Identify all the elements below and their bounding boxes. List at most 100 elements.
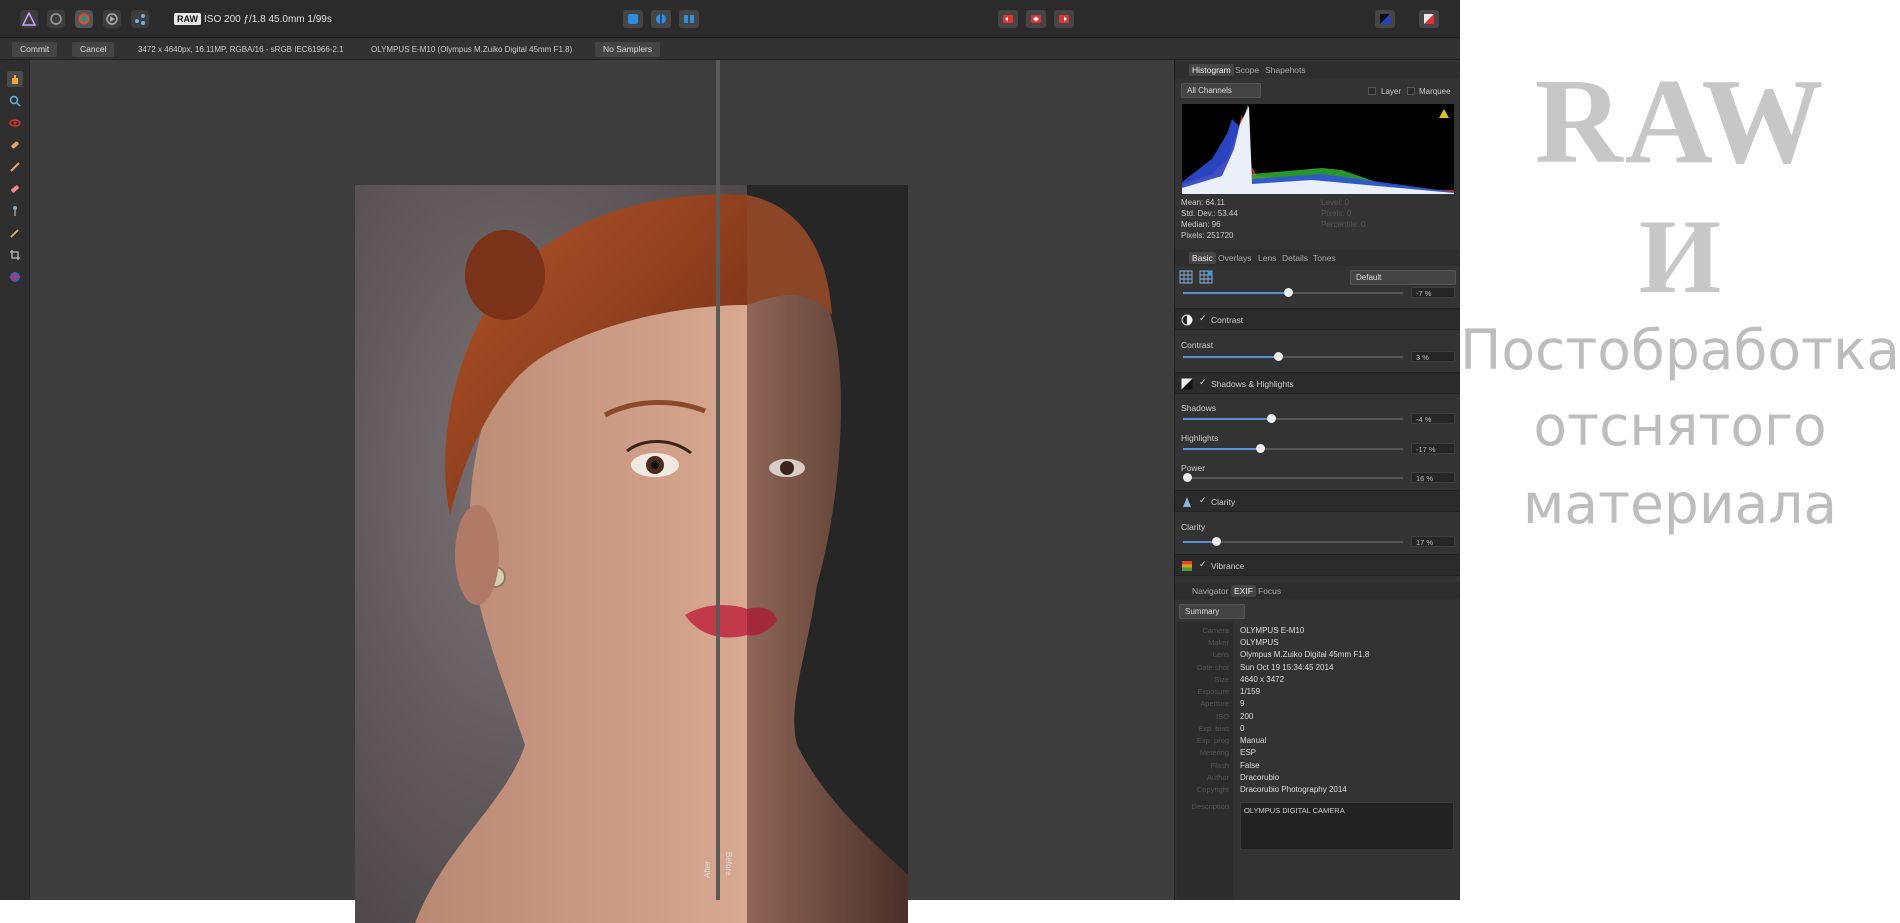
layer-label: Layer — [1381, 87, 1402, 96]
tab-navigator[interactable]: Navigator — [1189, 585, 1231, 597]
crop-tool-icon[interactable] — [7, 247, 23, 263]
contrast-section-header[interactable]: ✓ Contrast — [1175, 308, 1461, 330]
exif-key: Flash — [1210, 761, 1229, 770]
clarity-slider[interactable] — [1183, 537, 1403, 546]
tab-shapehots[interactable]: Shapehots — [1262, 64, 1309, 76]
exif-table: Camera Maker Lens Date shot Size Exposur… — [1175, 622, 1461, 900]
exif-view-select[interactable]: Summary — [1179, 604, 1245, 619]
exif-value: Dracorubio — [1240, 773, 1280, 782]
layer-checkbox[interactable] — [1368, 87, 1376, 95]
tab-scope[interactable]: Scope — [1232, 64, 1262, 76]
title-captured: отснятого — [1533, 394, 1827, 458]
clarity-slider-label: Clarity — [1181, 522, 1206, 532]
power-slider-label: Power — [1181, 463, 1206, 473]
clip-shadows-button[interactable] — [998, 10, 1018, 28]
export-persona-icon[interactable] — [131, 10, 149, 28]
marquee-label: Marquee — [1419, 87, 1451, 96]
portrait-photo[interactable] — [355, 185, 908, 923]
contrast-check-icon[interactable]: ✓ — [1199, 313, 1207, 324]
image-info: 3472 x 4640px, 16.11MP, RGBA/16 - sRGB I… — [138, 45, 344, 54]
description-field[interactable]: OLYMPUS DIGITAL CAMERA — [1240, 802, 1454, 850]
power-slider[interactable] — [1183, 473, 1403, 482]
exif-value: Sun Oct 19 15:34:45 2014 — [1240, 663, 1334, 672]
clarity-value[interactable]: 17 % — [1411, 536, 1455, 547]
highlights-value[interactable]: -17 % — [1411, 443, 1455, 454]
exif-value: Manual — [1240, 736, 1267, 745]
grid-icon[interactable] — [1179, 270, 1193, 284]
exif-key: ISO — [1216, 712, 1229, 721]
shadows-highlights-section-header[interactable]: ✓ Shadows & Highlights — [1175, 372, 1461, 394]
overlay-gradient-tool-icon[interactable] — [7, 203, 23, 219]
view-tool-icon[interactable] — [7, 71, 23, 87]
stat-mean: Mean: 64.11 — [1181, 198, 1225, 207]
exif-key: Lens — [1212, 650, 1229, 659]
zoom-tool-icon[interactable] — [7, 93, 23, 109]
swap-view-button[interactable] — [679, 10, 699, 28]
red-eye-tool-icon[interactable] — [7, 115, 23, 131]
exif-value: ESP — [1240, 748, 1257, 757]
tone-mapping-persona-icon[interactable] — [103, 10, 121, 28]
highlights-slider[interactable] — [1183, 444, 1403, 453]
clarity-icon — [1183, 497, 1191, 507]
preset-select[interactable]: Default — [1350, 270, 1456, 285]
shadows-highlights-section-title: Shadows & Highlights — [1211, 379, 1294, 389]
shadows-value[interactable]: -4 % — [1411, 413, 1455, 424]
exposure-value[interactable]: -7 % — [1411, 287, 1455, 298]
develop-persona-icon[interactable] — [75, 10, 93, 28]
exposure-slider[interactable] — [1183, 288, 1403, 297]
tab-tones[interactable]: Tones — [1310, 252, 1339, 264]
channel-select[interactable]: All Channels — [1181, 83, 1261, 98]
exif-key: Camera — [1202, 626, 1229, 635]
color-mode-button[interactable] — [1419, 10, 1439, 28]
exif-key: Exposure — [1197, 687, 1229, 696]
contrast-value[interactable]: 3 % — [1411, 351, 1455, 362]
tab-exif[interactable]: EXIF — [1231, 585, 1256, 597]
exif-key: Maker — [1208, 638, 1229, 647]
clip-midtones-button[interactable] — [1026, 10, 1046, 28]
exif-value: OLYMPUS E-M10 — [1240, 626, 1305, 635]
split-divider[interactable] — [716, 60, 720, 900]
white-balance-tool-icon[interactable] — [7, 225, 23, 241]
mirror-view-button[interactable] — [651, 10, 671, 28]
shadows-slider[interactable] — [1183, 414, 1403, 423]
document-canvas[interactable] — [30, 60, 1174, 923]
vibrance-section-title: Vibrance — [1211, 561, 1245, 571]
power-value[interactable]: 16 % — [1411, 472, 1455, 483]
photo-persona-icon[interactable] — [20, 10, 38, 28]
description-key: Description — [1191, 802, 1229, 811]
assistant-button[interactable] — [1375, 10, 1395, 28]
shadows-highlights-check-icon[interactable]: ✓ — [1199, 377, 1207, 388]
info-tabs: Navigator EXIF Focus — [1175, 583, 1461, 599]
commit-button[interactable]: Commit — [12, 42, 58, 57]
overlay-erase-tool-icon[interactable] — [7, 181, 23, 197]
marquee-checkbox[interactable] — [1407, 87, 1415, 95]
tab-overlays[interactable]: Overlays — [1215, 252, 1255, 264]
exif-key: Copyright — [1196, 785, 1229, 794]
stat-median: Median: 96 — [1181, 220, 1221, 229]
vibrance-check-icon[interactable]: ✓ — [1199, 559, 1207, 570]
tab-basic[interactable]: Basic — [1189, 252, 1216, 264]
contrast-section-title: Contrast — [1211, 315, 1244, 325]
cancel-button[interactable]: Cancel — [72, 42, 115, 57]
camera-info: OLYMPUS E-M10 (Olympus M.Zuiko Digital 4… — [371, 45, 573, 54]
tab-details[interactable]: Details — [1279, 252, 1311, 264]
tab-lens[interactable]: Lens — [1255, 252, 1279, 264]
overlay-paint-tool-icon[interactable] — [7, 159, 23, 175]
clarity-section-header[interactable]: ✓ Clarity — [1175, 490, 1461, 512]
tab-histogram[interactable]: Histogram — [1189, 64, 1234, 76]
clarity-check-icon[interactable]: ✓ — [1199, 495, 1207, 506]
clip-highlights-button[interactable] — [1054, 10, 1074, 28]
tab-focus[interactable]: Focus — [1255, 585, 1284, 597]
vibrance-section-header[interactable]: ✓ Vibrance — [1175, 554, 1461, 576]
stat-percentile: Percentile: 0 — [1321, 220, 1366, 229]
blemish-tool-icon[interactable] — [7, 137, 23, 153]
grid-add-icon[interactable] — [1199, 270, 1213, 284]
warning-icon — [1439, 109, 1449, 118]
split-view-button[interactable] — [623, 10, 643, 28]
color-picker-tool-icon[interactable] — [7, 269, 23, 285]
before-label: Before — [724, 852, 733, 876]
exif-value: Dracorubio Photography 2014 — [1240, 785, 1347, 794]
samplers-button[interactable]: No Samplers — [595, 42, 661, 57]
contrast-slider[interactable] — [1183, 352, 1403, 361]
liquify-persona-icon[interactable] — [47, 10, 65, 28]
